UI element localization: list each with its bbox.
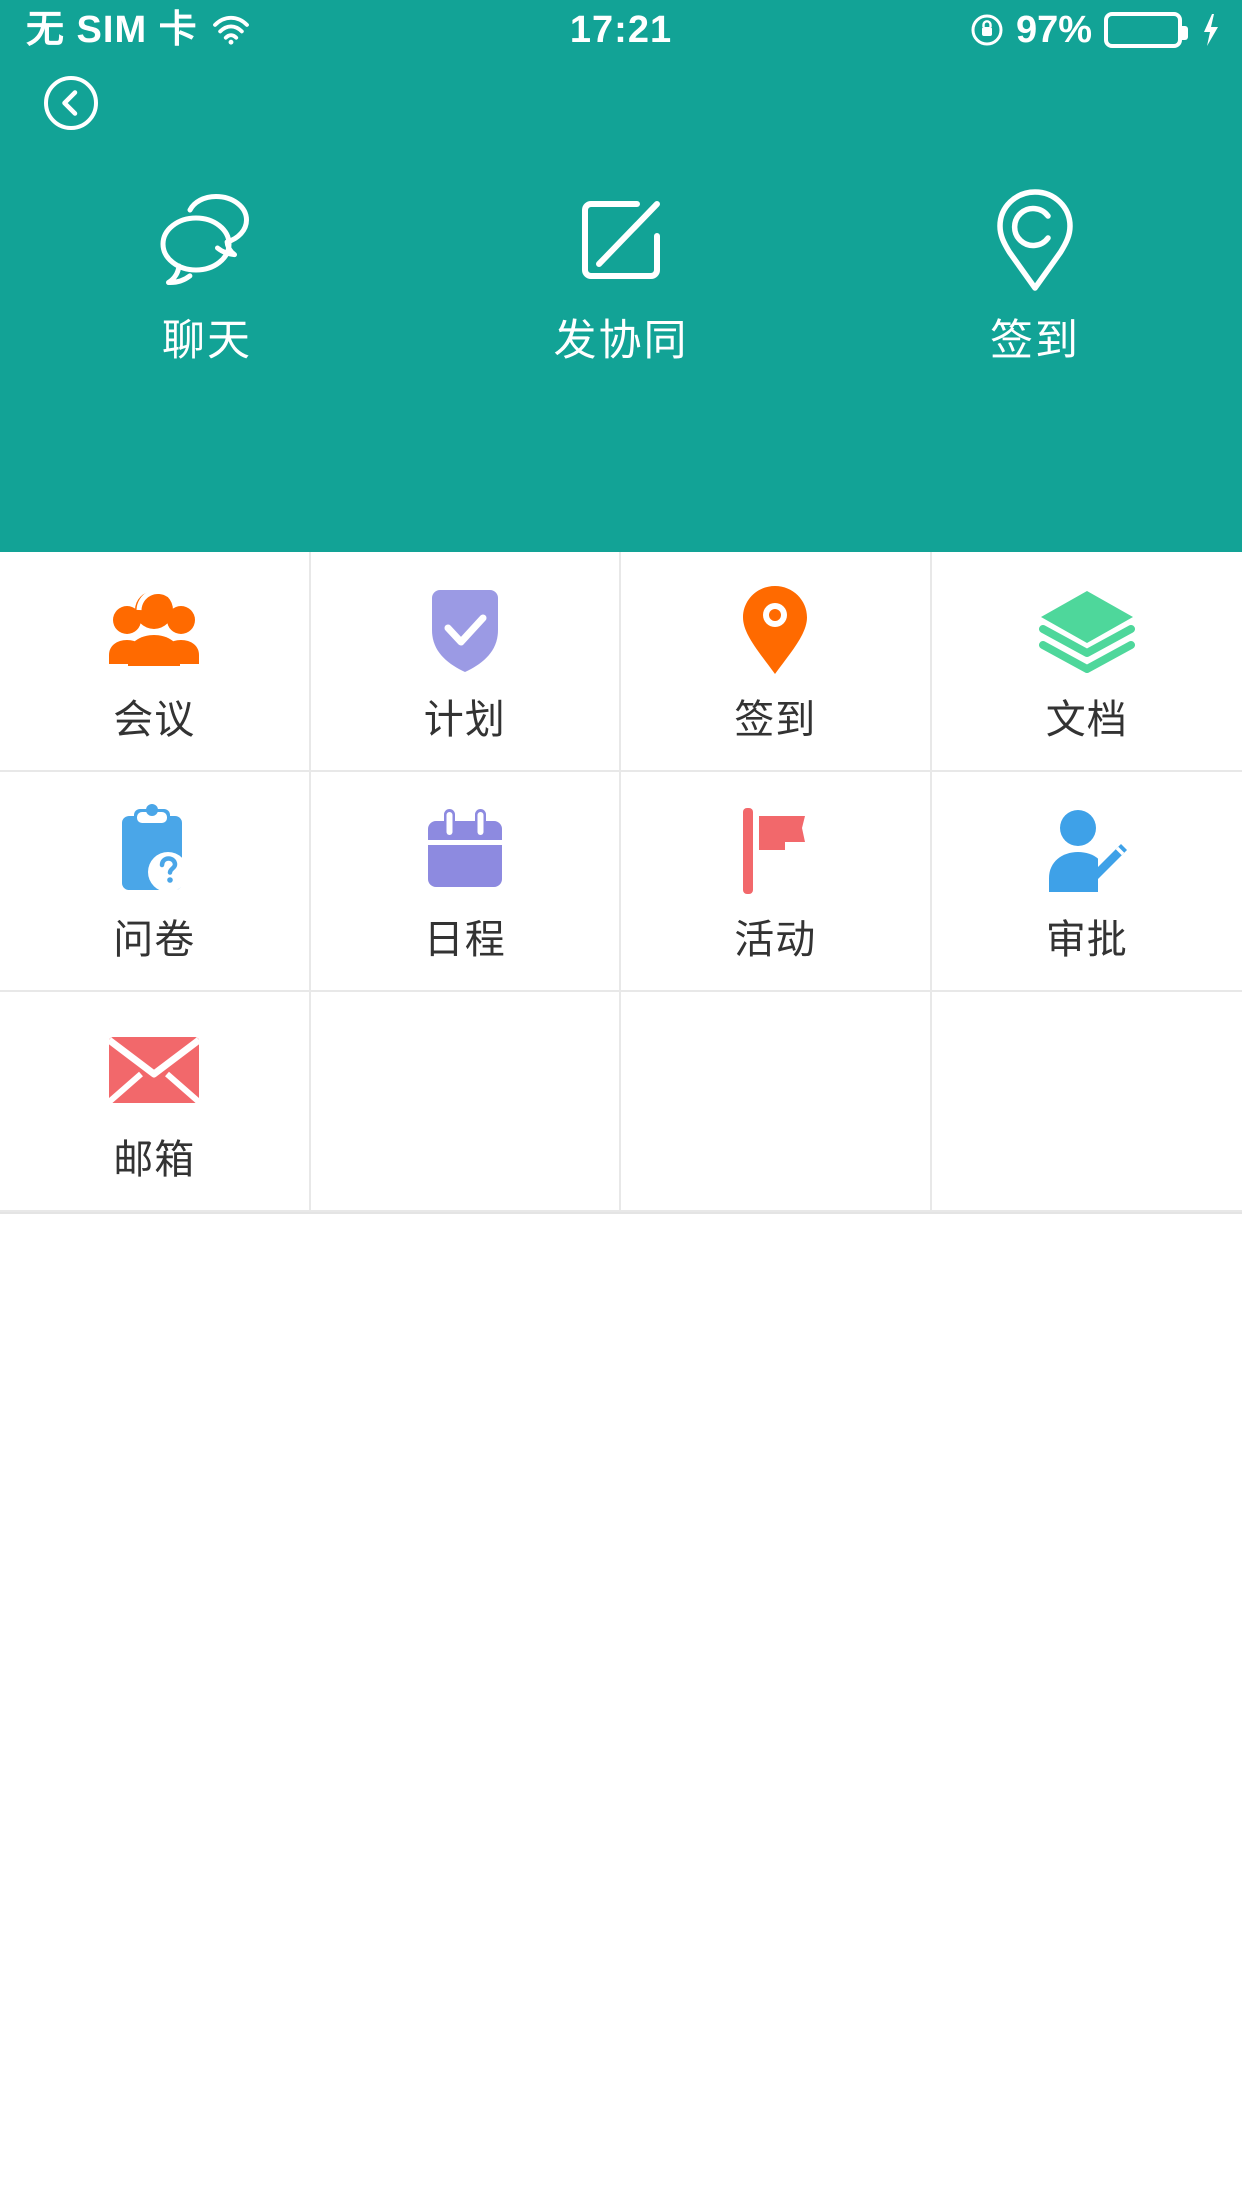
grid-item-mail[interactable]: 邮箱 — [0, 992, 311, 1212]
grid-item-schedule[interactable]: 日程 — [310, 772, 621, 992]
chat-bubbles-icon — [149, 188, 265, 292]
calendar-icon — [422, 802, 508, 898]
grid-item-approval[interactable]: 审批 — [931, 772, 1242, 992]
grid-item-label: 审批 — [1045, 918, 1128, 962]
page-body-blank: 扬华下载 YANGHUA.NET — [0, 1214, 1242, 2208]
compose-edit-icon — [569, 188, 673, 292]
grid-item-label: 签到 — [734, 698, 817, 742]
grid-item-label: 会议 — [113, 698, 196, 742]
app-header: 聊天 发协同 签到 — [0, 60, 1242, 552]
quick-action-label: 签到 — [990, 317, 1080, 365]
grid-item-label: 问卷 — [113, 918, 196, 962]
battery-icon — [1104, 12, 1188, 48]
grid-item-label: 文档 — [1045, 698, 1128, 742]
shield-check-icon — [424, 582, 506, 678]
grid-item-plan[interactable]: 计划 — [310, 552, 621, 772]
map-pin-icon — [738, 582, 812, 678]
stacked-layers-icon — [1037, 582, 1137, 678]
grid-item-label: 计划 — [423, 698, 506, 742]
quick-action-row: 聊天 发协同 签到 — [0, 60, 1242, 363]
back-button[interactable] — [42, 74, 100, 132]
flag-icon — [735, 802, 815, 898]
grid-item-label: 活动 — [734, 918, 817, 962]
back-circle-icon — [42, 74, 100, 132]
envelope-icon — [106, 1022, 202, 1118]
status-bar: 无 SIM 卡 17:21 97% — [0, 0, 1242, 60]
grid-item-meeting[interactable]: 会议 — [0, 552, 311, 772]
group-people-icon — [106, 582, 202, 678]
quick-action-chat[interactable]: 聊天 — [0, 188, 414, 363]
grid-cell-empty — [310, 992, 621, 1212]
clipboard-question-icon — [114, 802, 194, 898]
grid-item-checkin[interactable]: 签到 — [621, 552, 932, 772]
person-pencil-icon — [1041, 802, 1133, 898]
grid-cell-empty — [621, 992, 932, 1212]
location-pin-outline-icon — [992, 188, 1078, 292]
grid-item-label: 邮箱 — [113, 1138, 196, 1182]
clock-label: 17:21 — [569, 8, 673, 51]
grid-item-label: 日程 — [423, 918, 506, 962]
quick-action-label: 聊天 — [162, 317, 252, 365]
quick-action-compose[interactable]: 发协同 — [414, 188, 828, 363]
grid-cell-empty — [931, 992, 1242, 1212]
grid-item-activity[interactable]: 活动 — [621, 772, 932, 992]
grid-item-survey[interactable]: 问卷 — [0, 772, 311, 992]
quick-action-checkin[interactable]: 签到 — [828, 188, 1242, 363]
quick-action-label: 发协同 — [553, 317, 689, 365]
grid-item-document[interactable]: 文档 — [931, 552, 1242, 772]
app-grid: 会议 计划 签到 文档 问卷 日程 活动 审批 邮箱 — [0, 552, 1242, 1214]
